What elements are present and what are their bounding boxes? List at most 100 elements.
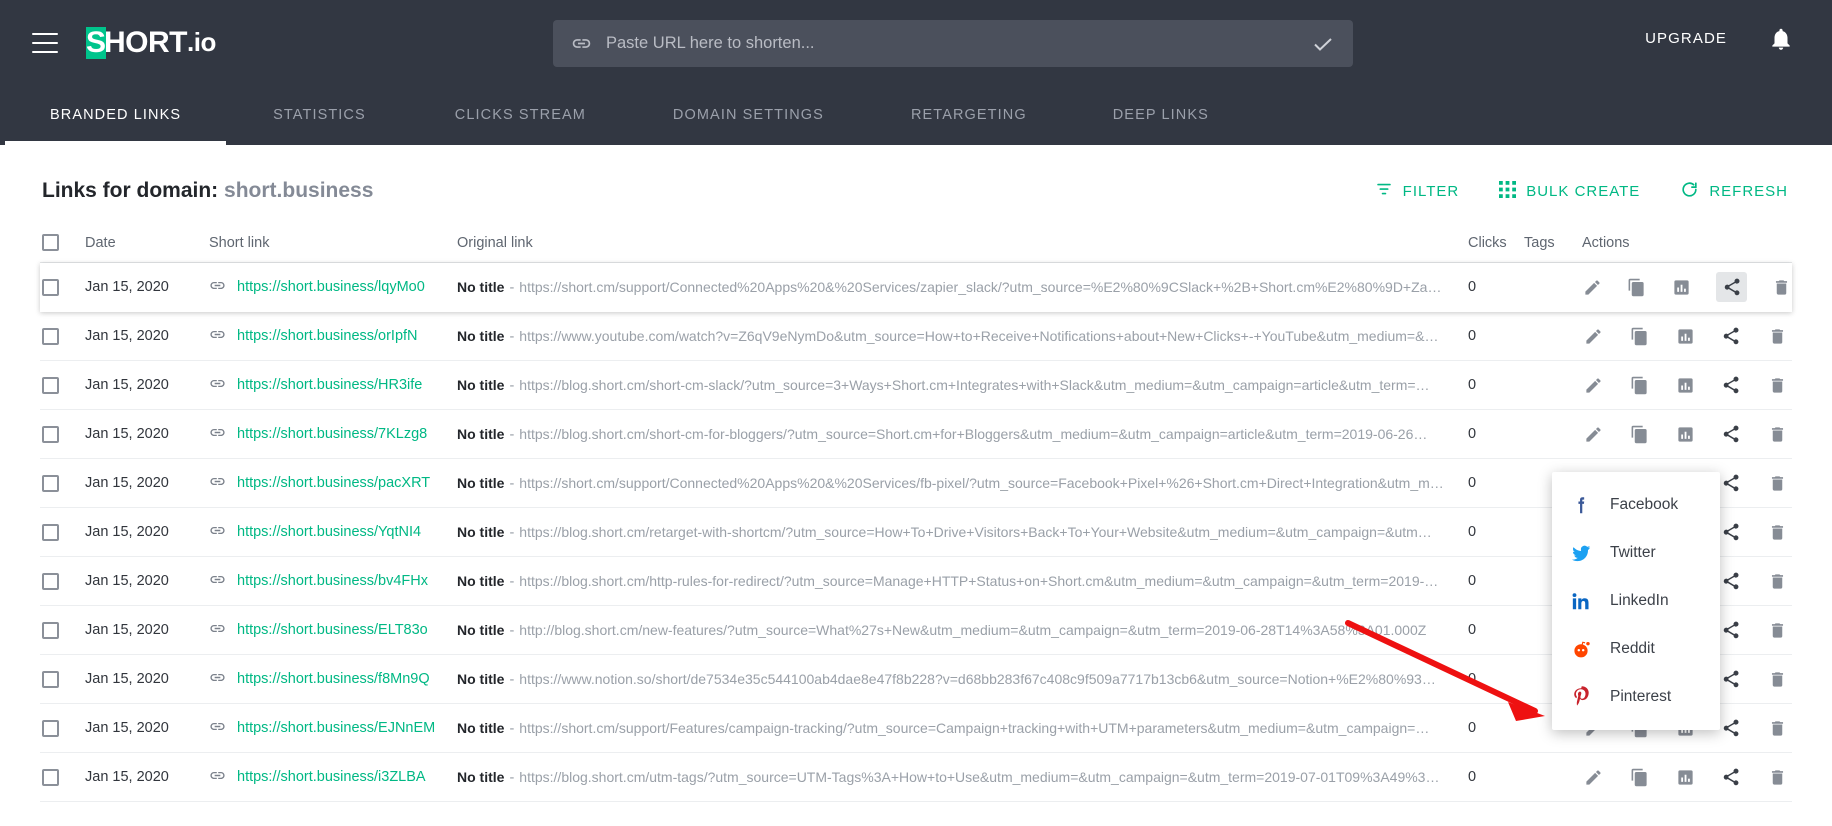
hamburger-menu-icon[interactable]	[32, 32, 58, 53]
original-link[interactable]: https://www.notion.so/short/de7534e35c54…	[519, 671, 1436, 687]
delete-icon[interactable]	[1766, 425, 1788, 444]
table-row[interactable]: Jan 15, 2020 https://short.business/YqtNI…	[40, 508, 1792, 557]
row-checkbox[interactable]	[42, 425, 59, 443]
original-link[interactable]: https://www.youtube.com/watch?v=Z6qV9eNy…	[519, 328, 1438, 344]
share-icon[interactable]	[1720, 620, 1742, 640]
row-checkbox[interactable]	[42, 621, 59, 639]
share-icon[interactable]	[1720, 375, 1742, 395]
table-row[interactable]: Jan 15, 2020 https://short.business/EJNnE…	[40, 704, 1792, 753]
edit-icon[interactable]	[1582, 376, 1604, 395]
delete-icon[interactable]	[1766, 621, 1788, 640]
share-icon[interactable]	[1720, 424, 1742, 444]
row-checkbox[interactable]	[42, 768, 59, 786]
row-checkbox[interactable]	[42, 719, 59, 737]
delete-icon[interactable]	[1766, 719, 1788, 738]
row-checkbox[interactable]	[42, 572, 59, 590]
table-row[interactable]: Jan 15, 2020 https://short.business/ELT83…	[40, 606, 1792, 655]
share-dropdown-menu[interactable]: Facebook Twitter LinkedIn Reddit Pintere…	[1552, 472, 1720, 730]
original-link[interactable]: https://blog.short.cm/http-rules-for-red…	[519, 573, 1438, 589]
original-link[interactable]: https://blog.short.cm/utm-tags/?utm_sour…	[519, 769, 1448, 785]
table-row[interactable]: Jan 15, 2020 https://short.business/7KLzg…	[40, 410, 1792, 459]
share-icon[interactable]	[1720, 767, 1742, 787]
copy-icon[interactable]	[1628, 376, 1650, 395]
column-header-date[interactable]: Date	[85, 235, 209, 251]
short-link[interactable]: https://short.business/ELT83o	[237, 622, 428, 638]
delete-icon[interactable]	[1766, 670, 1788, 689]
share-icon[interactable]	[1720, 326, 1742, 346]
original-link[interactable]: https://short.cm/support/Features/campai…	[519, 720, 1429, 736]
short-link[interactable]: https://short.business/i3ZLBA	[237, 769, 426, 785]
column-header-short-link[interactable]: Short link	[209, 235, 457, 251]
delete-icon[interactable]	[1766, 376, 1788, 395]
edit-icon[interactable]	[1582, 768, 1604, 787]
table-row[interactable]: Jan 15, 2020 https://short.business/i3ZLB…	[40, 753, 1792, 802]
upgrade-button[interactable]: UPGRADE	[1645, 30, 1727, 47]
share-icon[interactable]	[1715, 272, 1748, 302]
table-row[interactable]: Jan 15, 2020 https://short.business/pacXR…	[40, 459, 1792, 508]
original-link[interactable]: http://blog.short.cm/new-features/?utm_s…	[519, 622, 1426, 638]
short-link[interactable]: https://short.business/lqyMo0	[237, 279, 425, 295]
short-link[interactable]: https://short.business/bv4FHx	[237, 573, 428, 589]
column-header-tags[interactable]: Tags	[1524, 235, 1582, 251]
original-link[interactable]: https://short.cm/support/Connected%20App…	[519, 475, 1443, 491]
statistics-icon[interactable]	[1674, 768, 1696, 787]
table-row[interactable]: Jan 15, 2020 https://short.business/f8Mn9…	[40, 655, 1792, 704]
tab-deep-links[interactable]: DEEP LINKS	[1111, 85, 1211, 145]
column-header-original-link[interactable]: Original link	[457, 235, 1468, 251]
share-icon[interactable]	[1720, 669, 1742, 689]
short-link[interactable]: https://short.business/EJNnEM	[237, 720, 435, 736]
statistics-icon[interactable]	[1674, 327, 1696, 346]
edit-icon[interactable]	[1582, 327, 1604, 346]
row-checkbox[interactable]	[42, 376, 59, 394]
delete-icon[interactable]	[1771, 278, 1792, 297]
row-checkbox[interactable]	[42, 523, 59, 541]
copy-icon[interactable]	[1627, 278, 1648, 297]
edit-icon[interactable]	[1582, 425, 1604, 444]
short-link[interactable]: https://short.business/pacXRT	[237, 475, 430, 491]
table-row[interactable]: Jan 15, 2020 https://short.business/bv4FH…	[40, 557, 1792, 606]
share-icon[interactable]	[1720, 522, 1742, 542]
share-option-facebook[interactable]: Facebook	[1552, 481, 1720, 529]
row-checkbox[interactable]	[42, 474, 59, 492]
bulk-create-button[interactable]: BULK CREATE	[1499, 180, 1640, 202]
row-checkbox[interactable]	[42, 327, 59, 345]
shortio-logo[interactable]: S HORT .io	[86, 26, 216, 60]
delete-icon[interactable]	[1766, 572, 1788, 591]
short-link[interactable]: https://short.business/7KLzg8	[237, 426, 427, 442]
share-option-pinterest[interactable]: Pinterest	[1552, 673, 1720, 721]
tab-branded-links[interactable]: BRANDED LINKS	[4, 85, 227, 145]
tab-clicks-stream[interactable]: CLICKS STREAM	[453, 85, 588, 145]
tab-statistics[interactable]: STATISTICS	[271, 85, 368, 145]
short-link[interactable]: https://short.business/orIpfN	[237, 328, 418, 344]
share-option-twitter[interactable]: Twitter	[1552, 529, 1720, 577]
edit-icon[interactable]	[1582, 278, 1603, 297]
url-shorten-input[interactable]: Paste URL here to shorten...	[553, 20, 1353, 67]
tab-retargeting[interactable]: RETARGETING	[909, 85, 1029, 145]
column-header-clicks[interactable]: Clicks	[1468, 235, 1524, 251]
check-icon[interactable]	[1311, 32, 1335, 56]
original-link[interactable]: https://blog.short.cm/short-cm-slack/?ut…	[519, 377, 1429, 393]
refresh-button[interactable]: REFRESH	[1680, 180, 1788, 203]
statistics-icon[interactable]	[1671, 278, 1692, 297]
share-icon[interactable]	[1720, 473, 1742, 493]
original-link[interactable]: https://blog.short.cm/retarget-with-shor…	[519, 524, 1432, 540]
select-all-checkbox[interactable]	[42, 234, 59, 251]
delete-icon[interactable]	[1766, 474, 1788, 493]
bell-icon[interactable]	[1768, 26, 1794, 57]
share-icon[interactable]	[1720, 718, 1742, 738]
row-checkbox[interactable]	[42, 278, 59, 296]
short-link[interactable]: https://short.business/f8Mn9Q	[237, 671, 430, 687]
share-icon[interactable]	[1720, 571, 1742, 591]
share-option-linkedin[interactable]: LinkedIn	[1552, 577, 1720, 625]
statistics-icon[interactable]	[1674, 425, 1696, 444]
delete-icon[interactable]	[1766, 523, 1788, 542]
tab-domain-settings[interactable]: DOMAIN SETTINGS	[671, 85, 826, 145]
delete-icon[interactable]	[1766, 768, 1788, 787]
delete-icon[interactable]	[1766, 327, 1788, 346]
share-option-reddit[interactable]: Reddit	[1552, 625, 1720, 673]
original-link[interactable]: https://blog.short.cm/short-cm-for-blogg…	[519, 426, 1427, 442]
filter-button[interactable]: FILTER	[1375, 180, 1460, 202]
table-row[interactable]: Jan 15, 2020 https://short.business/lqyMo…	[40, 263, 1792, 312]
copy-icon[interactable]	[1628, 768, 1650, 787]
table-row[interactable]: Jan 15, 2020 https://short.business/HR3if…	[40, 361, 1792, 410]
